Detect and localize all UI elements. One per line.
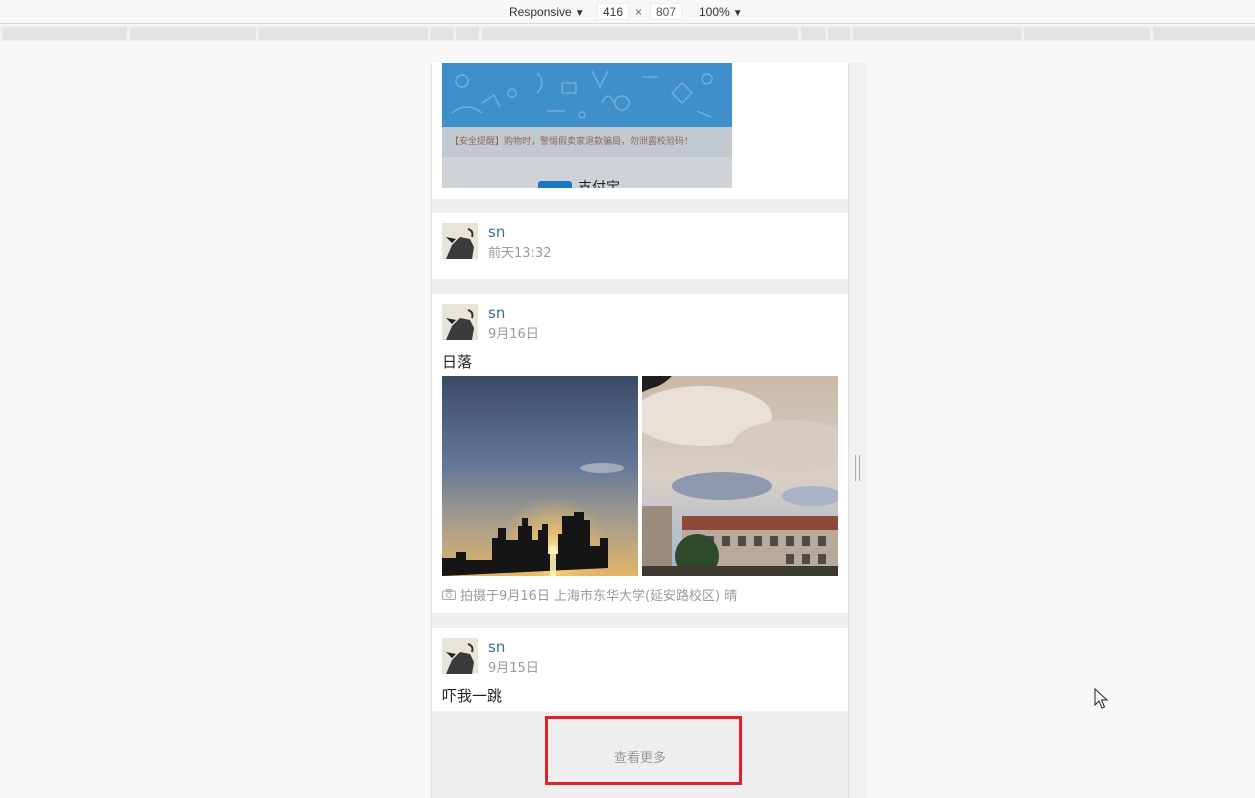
sunset-photo[interactable] bbox=[442, 376, 638, 576]
media-query-bar[interactable] bbox=[853, 27, 1021, 40]
post-time: 前天13:32 bbox=[488, 246, 552, 261]
media-query-bar[interactable] bbox=[801, 27, 825, 40]
post-text: 日落 bbox=[442, 353, 473, 371]
media-query-bar[interactable] bbox=[482, 27, 798, 40]
post-time: 9月15日 bbox=[488, 661, 539, 676]
alipay-banner-image[interactable]: 【安全提醒】购物时，警惕假卖家退款骗局，勿泄露校验码！ 支付宝 bbox=[442, 63, 732, 188]
device-preset-select[interactable]: Responsive ▼ bbox=[509, 4, 585, 20]
highlight-box bbox=[545, 716, 742, 785]
banner-pattern bbox=[442, 63, 732, 127]
media-query-bar[interactable] bbox=[259, 27, 428, 40]
viewport-height-input[interactable]: 807 bbox=[650, 3, 682, 20]
media-query-bar[interactable] bbox=[1024, 27, 1150, 40]
photo-meta-text: 拍摄于9月16日 上海市东华大学(延安路校区) 晴 bbox=[460, 589, 738, 604]
zoom-select[interactable]: 100% ▼ bbox=[699, 4, 743, 20]
mouse-pointer-icon bbox=[1094, 687, 1109, 714]
post-text: 吓我一跳 bbox=[442, 687, 503, 705]
clouds-photo[interactable] bbox=[642, 376, 838, 576]
post-username[interactable]: sn bbox=[488, 304, 505, 322]
mobile-viewport: 【安全提醒】购物时，警惕假卖家退款骗局，勿泄露校验码！ 支付宝 sn 前天13:… bbox=[431, 63, 849, 798]
media-query-bar[interactable] bbox=[828, 27, 850, 40]
alipay-logo-icon bbox=[538, 181, 572, 188]
device-preset-label: Responsive bbox=[509, 5, 572, 19]
feed-card: 【安全提醒】购物时，警惕假卖家退款骗局，勿泄露校验码！ 支付宝 bbox=[432, 63, 848, 199]
camera-icon bbox=[442, 589, 456, 604]
feed-card: sn 9月16日 日落 拍摄于9月16日 上海市东华大学(延安路校区) 晴 bbox=[432, 294, 848, 613]
device-toolbar: Responsive ▼ 416 × 807 100% ▼ bbox=[0, 0, 1255, 24]
media-query-bar[interactable] bbox=[130, 27, 256, 40]
photo-meta: 拍摄于9月16日 上海市东华大学(延安路校区) 晴 bbox=[442, 585, 737, 604]
security-notice: 【安全提醒】购物时，警惕假卖家退款骗局，勿泄露校验码！ bbox=[442, 127, 732, 157]
media-query-ruler bbox=[0, 25, 1255, 41]
avatar[interactable] bbox=[442, 638, 478, 674]
post-username[interactable]: sn bbox=[488, 638, 505, 656]
post-time: 9月16日 bbox=[488, 327, 539, 342]
media-query-bar[interactable] bbox=[1153, 27, 1255, 40]
zoom-label: 100% bbox=[699, 5, 730, 19]
caret-down-icon: ▼ bbox=[732, 8, 743, 19]
feed-card: sn 9月15日 吓我一跳 bbox=[432, 628, 848, 712]
media-query-bar[interactable] bbox=[3, 27, 127, 40]
feed-card: sn 前天13:32 bbox=[432, 213, 848, 279]
dimension-separator: × bbox=[635, 5, 643, 19]
caret-down-icon: ▼ bbox=[574, 8, 585, 19]
avatar[interactable] bbox=[442, 223, 478, 259]
media-query-bar[interactable] bbox=[456, 27, 479, 40]
alipay-logo-text: 支付宝 bbox=[578, 180, 620, 188]
avatar[interactable] bbox=[442, 304, 478, 340]
media-query-bar[interactable] bbox=[431, 27, 453, 40]
post-username[interactable]: sn bbox=[488, 223, 505, 241]
viewport-shadow bbox=[849, 63, 867, 798]
viewport-resize-handle[interactable] bbox=[855, 455, 860, 481]
viewport-width-input[interactable]: 416 bbox=[597, 3, 629, 20]
